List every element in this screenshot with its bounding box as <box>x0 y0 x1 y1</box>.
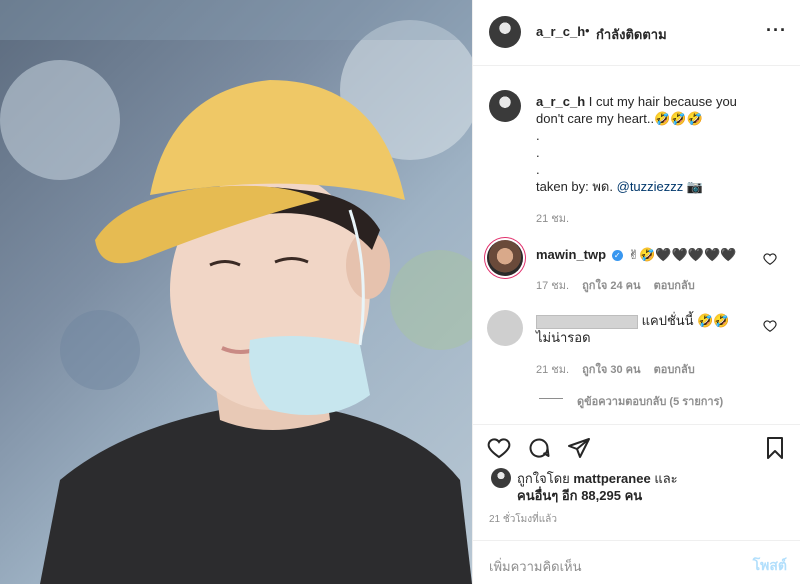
bookmark-icon[interactable] <box>763 436 787 460</box>
comment-like-heart-icon[interactable] <box>763 319 777 333</box>
commenter-username[interactable]: mawin_twp <box>536 247 606 262</box>
caption-taken-by: taken by: พด. <box>536 179 613 194</box>
caption-text: a_r_c_h I cut my hair because you don't … <box>536 93 786 195</box>
caption-line2: don't care my heart..🤣🤣🤣 <box>536 111 703 126</box>
liker-avatar[interactable] <box>491 468 511 488</box>
photo-illustration <box>0 0 472 584</box>
photographer-mention-link[interactable]: @tuzziezzz <box>617 179 684 194</box>
comment-likes[interactable]: ถูกใจ 30 คน <box>582 364 640 376</box>
comment-meta: 21 ชม. ถูกใจ 30 คน ตอบกลับ <box>536 360 705 378</box>
comment-meta: 17 ชม. ถูกใจ 24 คน ตอบกลับ <box>536 276 705 294</box>
likes-text: ถูกใจโดย mattperanee และ คนอื่นๆ อีก 88,… <box>517 470 678 504</box>
share-icon[interactable] <box>567 436 591 460</box>
following-button[interactable]: กำลังติดตาม <box>596 24 667 45</box>
caption-time[interactable]: 21 ชม. <box>536 209 569 227</box>
heart-icon[interactable] <box>487 436 511 460</box>
post-time-ago[interactable]: 21 ชั่วโมงที่แล้ว <box>489 512 557 527</box>
post-side-panel: a_r_c_h • กำลังติดตาม ··· a_r_c_h I cut … <box>472 0 800 584</box>
likes-suffix[interactable]: คน <box>625 488 643 503</box>
comment-text: แคปชั่นนี้ 🤣🤣 ไม่น่ารอด <box>536 312 756 346</box>
commenter-username-redacted[interactable] <box>536 314 638 329</box>
view-replies-button[interactable]: ดูข้อความตอบกลับ (5 รายการ) <box>577 392 723 410</box>
post-header: a_r_c_h • กำลังติดตาม ··· <box>473 0 800 66</box>
caption-username[interactable]: a_r_c_h <box>536 94 585 109</box>
post-comment-button[interactable]: โพสต์ <box>753 555 787 577</box>
author-username[interactable]: a_r_c_h <box>536 24 585 39</box>
commenter-avatar[interactable] <box>487 240 523 276</box>
reply-button[interactable]: ตอบกลับ <box>654 364 695 376</box>
camera-icon: 📷 <box>686 179 704 194</box>
likes-others-label[interactable]: คนอื่นๆ อีก <box>517 488 578 503</box>
likes-prefix: ถูกใจโดย <box>517 471 570 486</box>
comment-body: ✌🤣🖤🖤🖤🖤🖤 <box>628 247 737 262</box>
comment-like-heart-icon[interactable] <box>763 252 777 266</box>
comment-body-line2: ไม่น่ารอด <box>536 330 591 345</box>
commenter-avatar[interactable] <box>487 310 523 346</box>
header-separator: • <box>585 23 590 38</box>
comment-box: เพิ่มความคิดเห็น โพสต์ <box>473 540 800 584</box>
caption-line1: I cut my hair because you <box>588 94 737 109</box>
caption-avatar[interactable] <box>489 90 521 122</box>
author-avatar[interactable] <box>489 16 521 48</box>
caption-dot: . <box>536 145 540 160</box>
view-replies-line <box>539 398 563 399</box>
comment-time[interactable]: 21 ชม. <box>536 364 569 376</box>
comment-body: แคปชั่นนี้ 🤣🤣 <box>641 313 730 328</box>
liker-username[interactable]: mattperanee <box>573 471 650 486</box>
comment-icon[interactable] <box>527 436 551 460</box>
post-photo[interactable] <box>0 0 472 584</box>
actions-divider <box>473 424 800 425</box>
comment-time[interactable]: 17 ชม. <box>536 280 569 292</box>
likes-count[interactable]: 88,295 <box>581 488 621 503</box>
comment-text: mawin_twp ✓ ✌🤣🖤🖤🖤🖤🖤 <box>536 246 756 263</box>
comment-likes[interactable]: ถูกใจ 24 คน <box>582 280 640 292</box>
add-comment-input[interactable]: เพิ่มความคิดเห็น <box>489 556 582 577</box>
likes-and: และ <box>654 471 678 486</box>
verified-badge-icon: ✓ <box>611 250 623 262</box>
caption-dot: . <box>536 162 540 177</box>
reply-button[interactable]: ตอบกลับ <box>654 280 695 292</box>
instagram-post-view: a_r_c_h • กำลังติดตาม ··· a_r_c_h I cut … <box>0 0 800 584</box>
more-options-icon[interactable]: ··· <box>766 20 787 41</box>
caption-dot: . <box>536 128 540 143</box>
